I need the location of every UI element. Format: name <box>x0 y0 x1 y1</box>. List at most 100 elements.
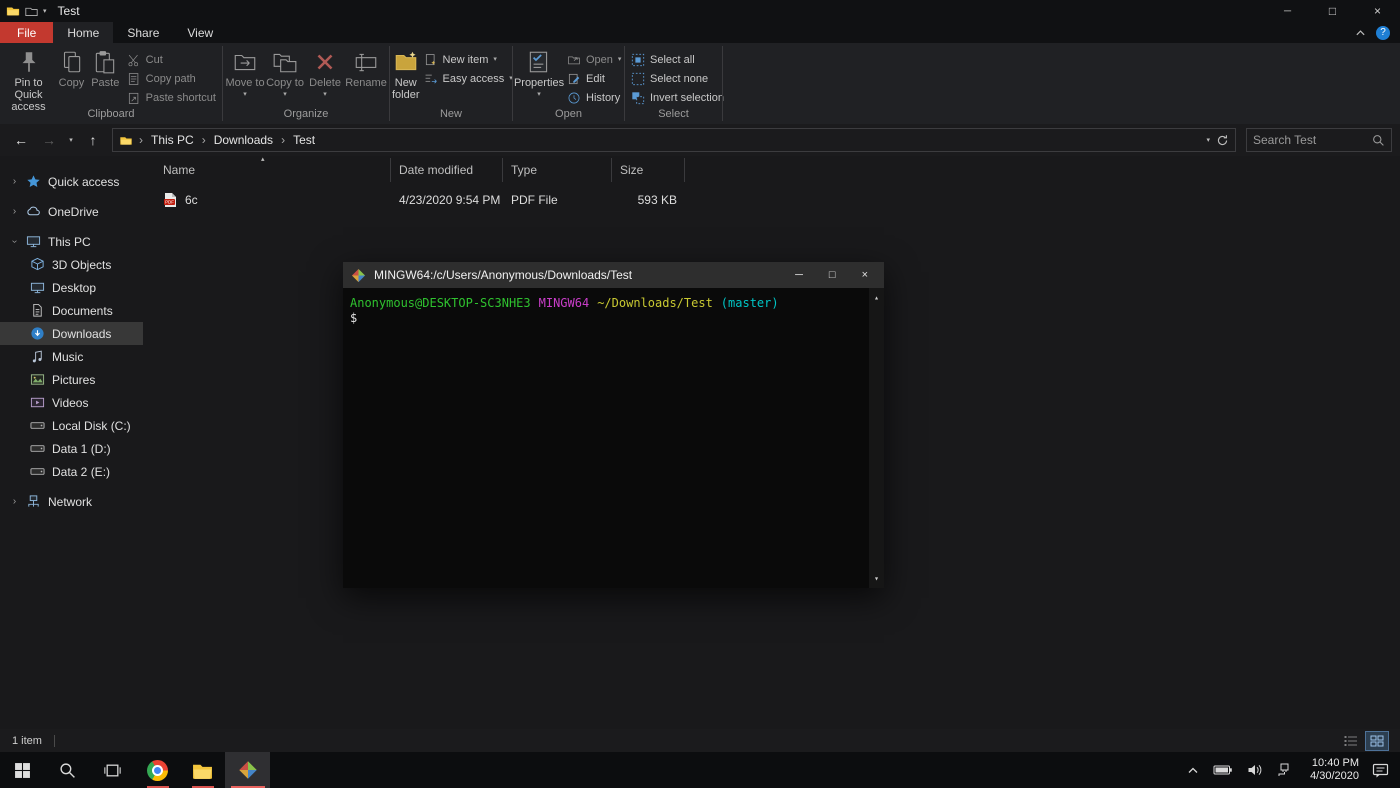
sidebar-item-desktop[interactable]: Desktop <box>0 276 143 299</box>
action-center-button[interactable] <box>1367 752 1394 788</box>
start-button[interactable] <box>0 752 45 788</box>
select-all-button[interactable]: Select all <box>627 50 728 69</box>
up-button[interactable]: ↑ <box>80 127 106 153</box>
large-icons-view-button[interactable] <box>1366 732 1388 750</box>
sidebar-item-onedrive[interactable]: › OneDrive <box>0 200 143 223</box>
copy-button[interactable]: Copy <box>55 46 88 106</box>
tab-share[interactable]: Share <box>113 22 173 43</box>
cut-button[interactable]: Cut <box>123 50 220 69</box>
ribbon-group-clipboard: Pin to Quick access Copy Paste Cut <box>0 43 222 124</box>
new-item-button[interactable]: New item ▾ <box>420 50 517 69</box>
details-view-button[interactable] <box>1340 732 1362 750</box>
task-view-button[interactable] <box>90 752 135 788</box>
sidebar-item-this-pc[interactable]: › This PC <box>0 230 143 253</box>
help-icon[interactable]: ? <box>1376 26 1390 40</box>
open-button[interactable]: Open ▾ <box>563 50 625 69</box>
tab-file[interactable]: File <box>0 22 53 43</box>
maximize-button[interactable]: □ <box>1310 0 1355 22</box>
sidebar-item-downloads[interactable]: Downloads <box>0 322 143 345</box>
move-to-dropdown-icon: ▾ <box>243 91 247 98</box>
taskbar-file-explorer-button[interactable] <box>180 752 225 788</box>
column-header-size[interactable]: Size <box>612 158 685 182</box>
paste-button[interactable]: Paste <box>88 46 123 106</box>
invert-selection-button[interactable]: Invert selection <box>627 88 728 107</box>
copy-to-button[interactable]: Copy to ▾ <box>265 46 305 106</box>
pin-to-quick-access-button[interactable]: Pin to Quick access <box>2 46 55 106</box>
prompt-branch: (master) <box>721 296 779 310</box>
cut-icon <box>127 53 141 67</box>
breadcrumb-downloads[interactable]: Downloads <box>212 133 275 147</box>
history-button[interactable]: History <box>563 88 625 107</box>
column-header-name[interactable]: ▴ Name <box>143 158 391 182</box>
delete-button[interactable]: Delete ▾ <box>305 46 345 106</box>
taskbar-search-button[interactable] <box>45 752 90 788</box>
select-none-button[interactable]: Select none <box>627 69 728 88</box>
recent-locations-button[interactable]: ▾ <box>64 127 78 153</box>
sidebar-item-quick-access[interactable]: › Quick access <box>0 170 143 193</box>
quick-access-toolbar-icon[interactable] <box>25 5 38 18</box>
edit-button[interactable]: Edit <box>563 69 625 88</box>
refresh-button[interactable] <box>1216 134 1229 147</box>
download-icon <box>30 326 45 341</box>
terminal-maximize-button[interactable]: □ <box>829 269 836 281</box>
sidebar-item-documents[interactable]: Documents <box>0 299 143 322</box>
minimize-button[interactable]: ─ <box>1265 0 1310 22</box>
terminal-body[interactable]: Anonymous@DESKTOP-SC3NHE3MINGW64~/Downlo… <box>343 288 884 588</box>
sidebar-item-data-1-d[interactable]: Data 1 (D:) <box>0 437 143 460</box>
copy-path-button[interactable]: Copy path <box>123 69 220 88</box>
move-to-button[interactable]: Move to ▾ <box>225 46 265 106</box>
battery-tray-button[interactable] <box>1208 752 1238 788</box>
sidebar-item-videos[interactable]: Videos <box>0 391 143 414</box>
sidebar-item-data-2-e[interactable]: Data 2 (E:) <box>0 460 143 483</box>
qat-dropdown-icon[interactable]: ▾ <box>43 7 47 15</box>
column-header-type[interactable]: Type <box>503 158 612 182</box>
music-note-icon <box>30 349 45 364</box>
breadcrumb-this-pc[interactable]: This PC <box>149 133 196 147</box>
sidebar-item-3d-objects[interactable]: 3D Objects <box>0 253 143 276</box>
network-tray-button[interactable] <box>1272 752 1297 788</box>
scroll-down-icon[interactable]: ▾ <box>874 571 879 586</box>
terminal-minimize-button[interactable]: ─ <box>795 269 803 281</box>
invert-selection-icon <box>631 91 645 105</box>
taskbar-clock[interactable]: 10:40 PM 4/30/2020 <box>1301 757 1363 783</box>
windows-logo-icon <box>14 762 31 779</box>
address-dropdown-icon[interactable]: ▾ <box>1206 136 1210 144</box>
file-row[interactable]: PDF 6c 4/23/2020 9:54 PM PDF File 593 KB <box>143 187 1400 212</box>
terminal-close-button[interactable]: × <box>862 269 868 281</box>
terminal-scrollbar[interactable]: ▴ ▾ <box>869 288 884 588</box>
rename-button[interactable]: Rename <box>345 46 387 106</box>
scroll-up-icon[interactable]: ▴ <box>874 290 879 305</box>
clock-time: 10:40 PM <box>1305 757 1359 770</box>
sidebar-item-pictures[interactable]: Pictures <box>0 368 143 391</box>
new-folder-button[interactable]: New folder <box>392 46 420 106</box>
close-button[interactable]: × <box>1355 0 1400 22</box>
terminal-title-bar[interactable]: MINGW64:/c/Users/Anonymous/Downloads/Tes… <box>343 262 884 288</box>
task-view-icon <box>104 762 121 779</box>
svg-text:PDF: PDF <box>165 199 174 204</box>
taskbar-chrome-button[interactable] <box>135 752 180 788</box>
paste-shortcut-button[interactable]: Paste shortcut <box>123 88 220 107</box>
breadcrumb-test[interactable]: Test <box>291 133 317 147</box>
search-input[interactable] <box>1253 133 1372 147</box>
search-icon[interactable] <box>1372 134 1385 147</box>
sidebar-item-music[interactable]: Music <box>0 345 143 368</box>
close-icon: × <box>1374 4 1381 18</box>
address-bar[interactable]: › This PC › Downloads › Test ▾ <box>112 128 1236 152</box>
taskbar-git-bash-button[interactable] <box>225 752 270 788</box>
properties-button[interactable]: Properties ▾ <box>515 46 563 106</box>
back-button[interactable]: ← <box>8 127 34 153</box>
sidebar-item-network[interactable]: › Network <box>0 490 143 513</box>
column-header-date-modified[interactable]: Date modified <box>391 158 503 182</box>
tab-view[interactable]: View <box>173 22 227 43</box>
sidebar-item-local-disk-c[interactable]: Local Disk (C:) <box>0 414 143 437</box>
file-size: 593 KB <box>612 193 685 207</box>
easy-access-button[interactable]: Easy access ▾ <box>420 69 517 88</box>
navigation-bar: ← → ▾ ↑ › This PC › Downloads › Test ▾ <box>0 124 1400 156</box>
show-hidden-icons-button[interactable] <box>1182 752 1204 788</box>
volume-tray-button[interactable] <box>1242 752 1268 788</box>
maximize-icon: □ <box>829 269 836 281</box>
sidebar-item-label: Network <box>48 495 92 509</box>
forward-button[interactable]: → <box>36 127 62 153</box>
tab-home[interactable]: Home <box>53 22 113 43</box>
collapse-ribbon-button[interactable] <box>1355 28 1366 37</box>
